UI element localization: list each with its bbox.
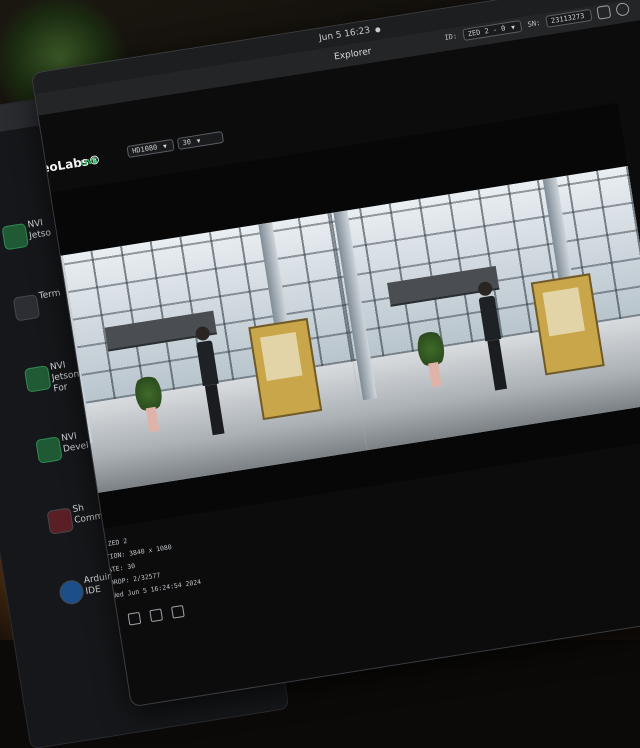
share-icon (46, 507, 74, 535)
gear-icon[interactable] (615, 1, 631, 17)
nvidia-icon (1, 222, 29, 251)
nvidia-icon (24, 365, 52, 393)
arduino-icon (57, 578, 86, 606)
dock-app-nvidia-1[interactable]: NVI Jetso (0, 214, 55, 283)
window-title: Explorer (333, 46, 373, 63)
chevron-down-icon: ▼ (196, 137, 202, 146)
dock-app-share[interactable]: Sh Community (14, 498, 127, 567)
chevron-down-icon: ▼ (510, 23, 516, 31)
status-dot-icon (374, 26, 381, 33)
fps-value: 30 (181, 138, 192, 148)
camera-icon[interactable] (171, 604, 185, 619)
dock-app-nvidia-2[interactable]: NVI Jetson For (0, 356, 80, 425)
right-camera-view (329, 165, 640, 451)
video-viewport[interactable] (31, 102, 640, 534)
record-icon[interactable] (596, 4, 612, 20)
depth-icon[interactable] (127, 611, 142, 626)
sensors-icon[interactable] (149, 608, 164, 623)
dock-app-arduino[interactable]: Arduino IDE (25, 569, 119, 638)
terminal-icon (12, 294, 41, 322)
sn-label: SN: (527, 18, 541, 29)
dock-app-nvidia-3[interactable]: NVI Devel (3, 427, 89, 496)
explorer-window: Jun 5 16:23 Explorer ID: ZED 2 - 0 ▼ SN: … (31, 0, 640, 707)
dock-app-terminal[interactable]: Term (0, 285, 66, 354)
chevron-down-icon: ▼ (162, 142, 168, 151)
stereo-frame (31, 165, 640, 498)
id-label: ID: (443, 31, 458, 42)
resolution-value: HD1080 (131, 143, 158, 156)
screen-stage: NVI Jetso Term NVI Jetson For NVI Devel … (0, 0, 640, 748)
nvidia-icon (35, 436, 63, 464)
serial-number-value: 23113273 (550, 11, 585, 25)
